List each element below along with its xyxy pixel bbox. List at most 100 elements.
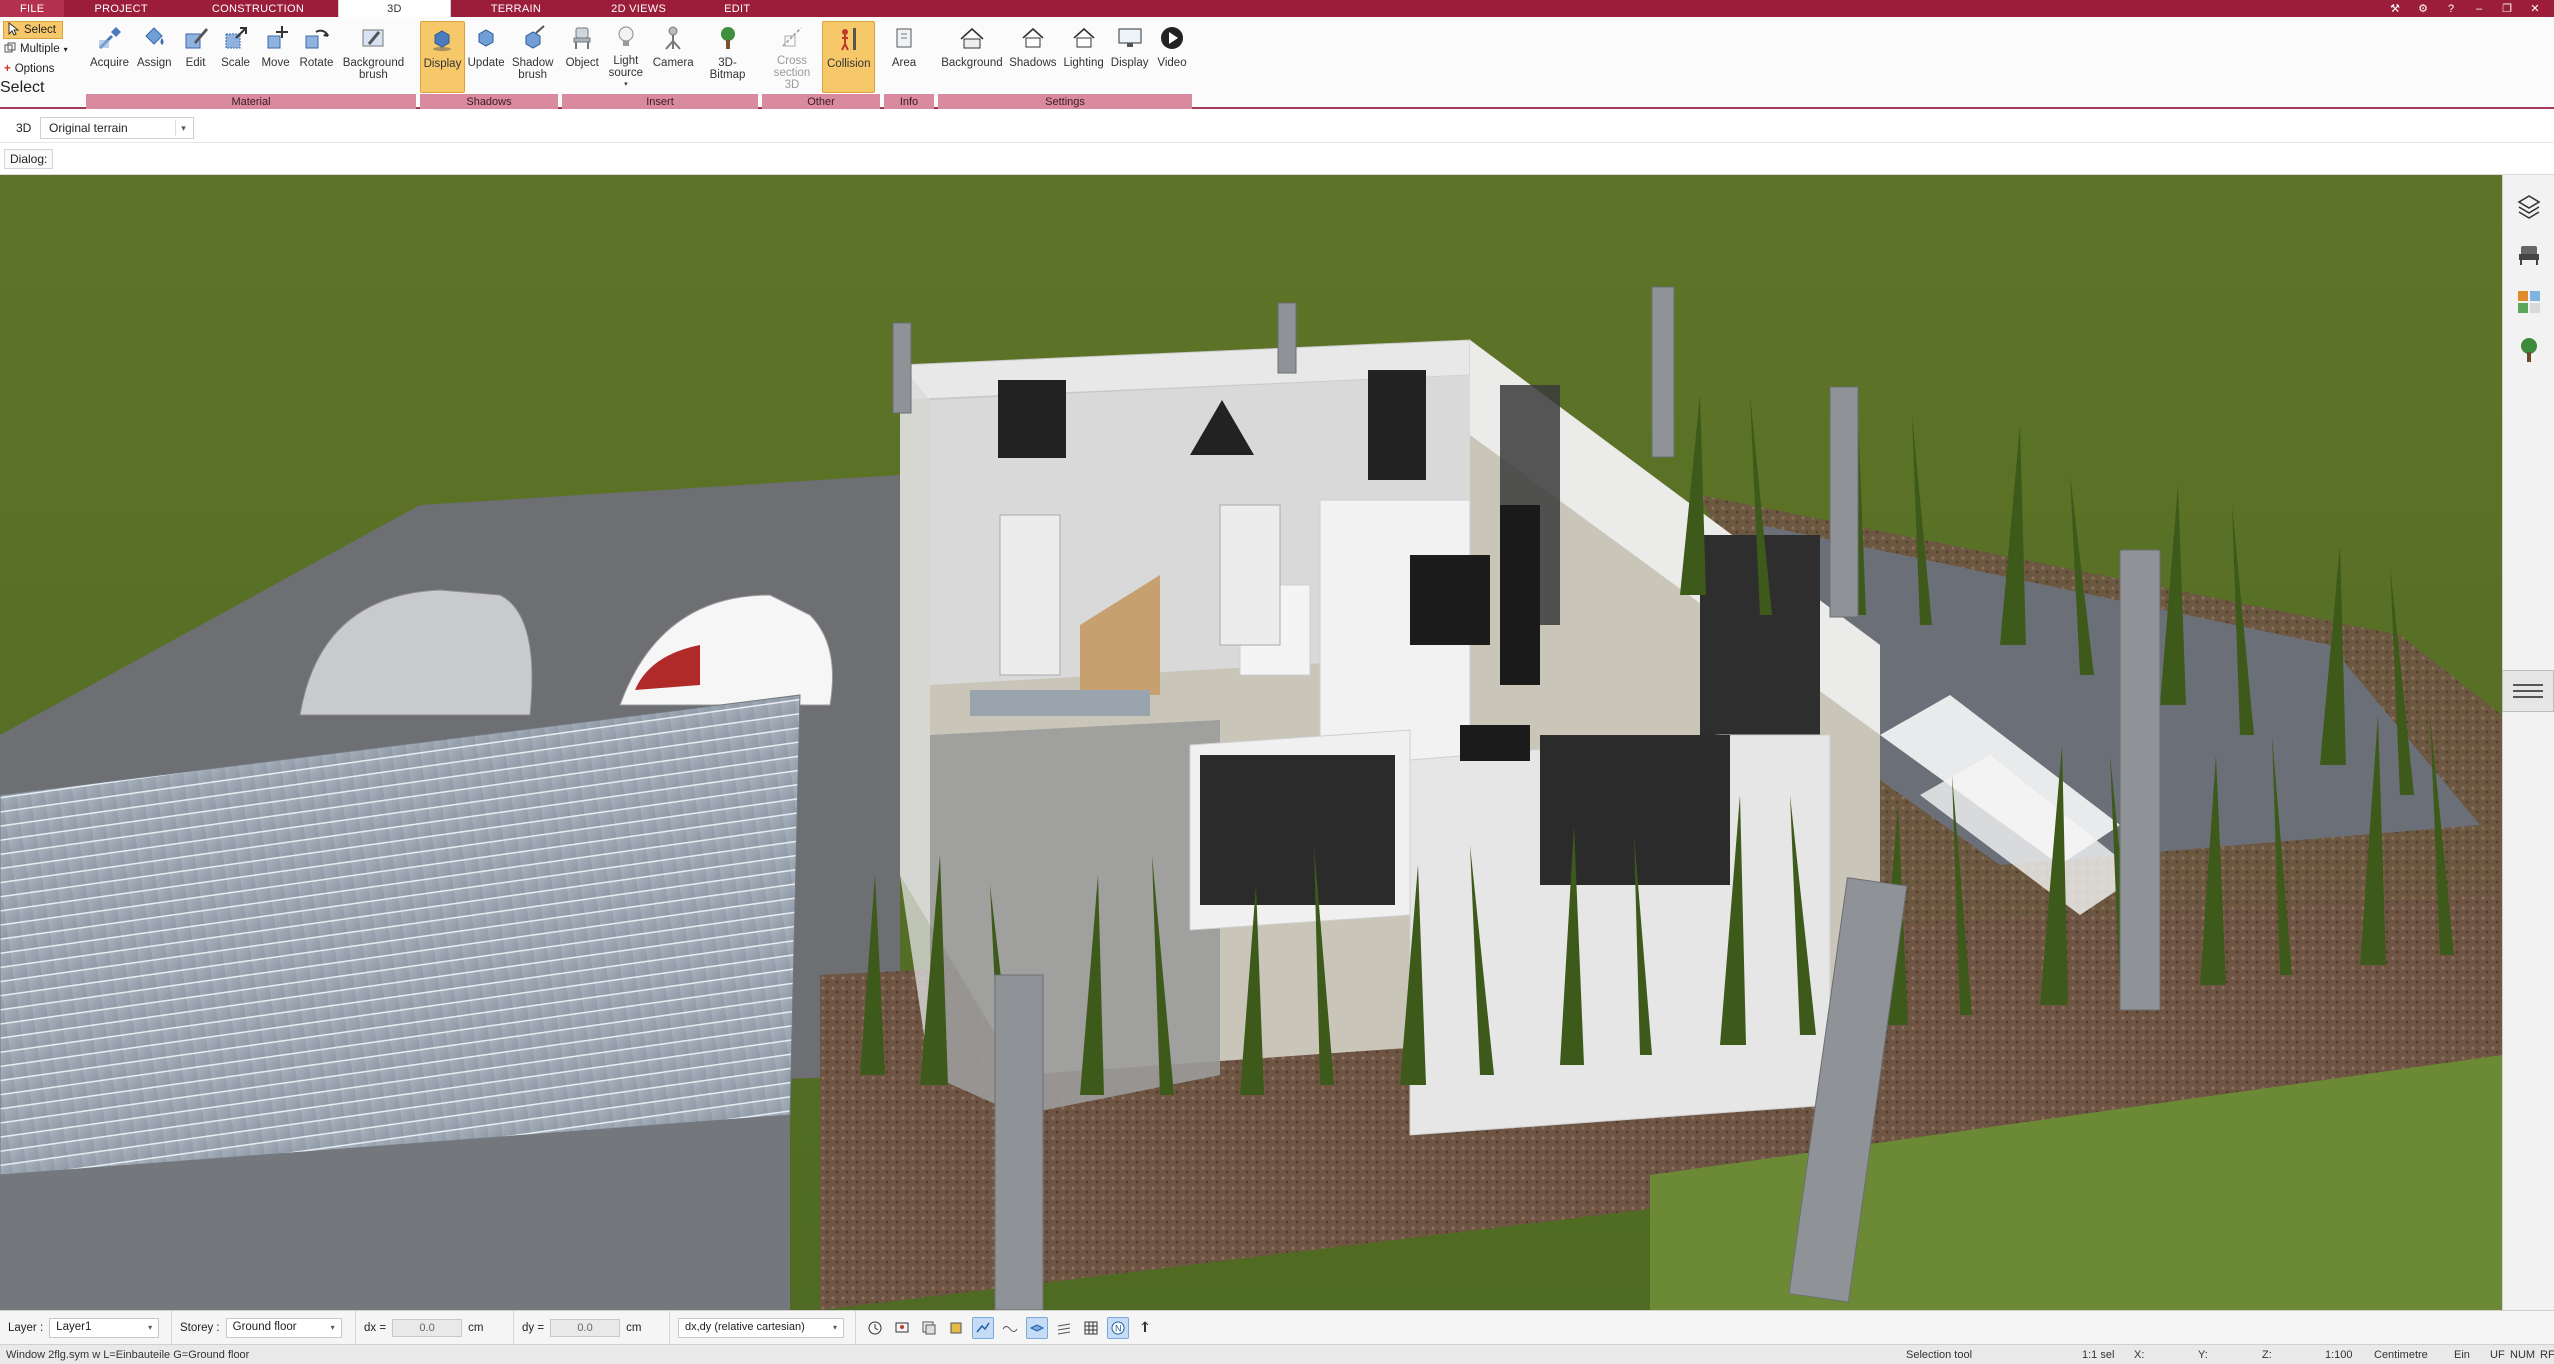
status-y: Y: [2198,1349,2208,1361]
clock-icon[interactable] [864,1317,886,1339]
rotate-button[interactable]: Rotate [296,21,338,93]
layers-icon[interactable] [2512,189,2546,223]
terrain-select[interactable]: Original terrain ▾ [40,117,194,139]
storey-control: Storey : Ground floor ▾ [172,1310,356,1345]
layer-stack-icon[interactable] [1026,1316,1048,1339]
grid-icon[interactable] [1080,1317,1102,1339]
chevron-down-icon: ▾ [148,1323,153,1332]
dy-label: dy = [522,1321,545,1334]
3d-bitmap-button[interactable]: 3D-Bitmap [697,21,758,93]
dy-unit: cm [626,1321,642,1334]
shadows-group: Display Update Shadow brush Shadows [420,17,558,109]
3d-bitmap-label: 3D-Bitmap [709,57,746,81]
house-shadow-icon [1018,23,1048,53]
background-label: Background [941,57,1003,69]
status-scale: 1:100 [2325,1349,2353,1361]
lighting-label: Lighting [1063,57,1104,69]
3d-viewport[interactable] [0,175,2502,1310]
multiple-icon [4,42,16,57]
tab-project[interactable]: PROJECT [64,0,177,17]
dy-input[interactable]: 0.0 [550,1318,621,1337]
background-button[interactable]: Background [938,21,1006,93]
settings-icon[interactable]: ⚙ [2412,1,2434,16]
insert-group: Object Light source ▾ Camera 3D-Bitmap I… [562,17,758,109]
multiple-button[interactable]: Multiple ▾ [0,39,84,59]
storey-select[interactable]: Ground floor ▾ [225,1317,342,1338]
move-button[interactable]: Move [256,21,296,93]
options-button[interactable]: + Options [0,59,84,79]
restore-icon[interactable]: ❐ [2496,1,2518,16]
status-selection: 1:1 sel [2082,1349,2115,1361]
cross-section-3d-button[interactable]: Cross section 3D [762,21,822,93]
settings-shadows-button[interactable]: Shadows [1006,21,1060,93]
settings-display-button[interactable]: Display [1107,21,1152,93]
snap-lines-icon[interactable] [972,1316,994,1339]
light-source-button[interactable]: Light source ▾ [602,21,649,93]
chevron-down-icon: ▾ [175,120,191,136]
group-label-material: Material [86,94,416,109]
tab-construction[interactable]: CONSTRUCTION [178,0,338,17]
tab-edit[interactable]: EDIT [696,0,778,17]
dx-label: dx = [364,1321,387,1334]
camera-button[interactable]: Camera [649,21,697,93]
coord-mode-select[interactable]: dx,dy (relative cartesian) ▾ [678,1317,844,1338]
edit-button[interactable]: Edit [176,21,216,93]
shadows-display-button[interactable]: Display [420,21,465,93]
tab-terrain[interactable]: TERRAIN [451,0,581,17]
tab-3d[interactable]: 3D [338,0,451,17]
lightbulb-icon [611,23,641,51]
hatch-icon[interactable] [1053,1317,1075,1339]
layers-visibility-icon[interactable] [918,1317,940,1339]
object-button[interactable]: Object [562,21,602,93]
collision-button[interactable]: Collision [822,21,876,93]
lighting-button[interactable]: Lighting [1060,21,1107,93]
move-icon [261,23,291,53]
view-mode-label: 3D [16,121,32,135]
area-button[interactable]: Area [884,21,924,93]
shadows-update-button[interactable]: Update [465,21,507,93]
camera-label: Camera [652,57,694,69]
materials-palette-icon[interactable] [2512,285,2546,319]
move-label: Move [261,57,290,69]
north-arrow-icon[interactable]: N [1107,1316,1129,1339]
status-x: X: [2134,1349,2145,1361]
help-icon[interactable]: ? [2440,1,2462,16]
wave-icon[interactable] [999,1317,1021,1339]
screen-snap-icon[interactable] [891,1317,913,1339]
chevron-down-icon: ▾ [832,1323,837,1332]
bathtub [970,690,1150,716]
front-window-left [1200,755,1395,905]
dialog-label: Dialog: [4,149,54,169]
video-button[interactable]: Video [1152,21,1192,93]
layer-select[interactable]: Layer1 ▾ [49,1317,160,1338]
storey-value: Ground floor [232,1320,297,1333]
house-left-lower-wall [930,720,1220,1115]
chevron-down-icon: ▾ [624,81,628,88]
select-button[interactable]: Select [3,21,63,39]
side-panel-handle[interactable] [2502,670,2554,712]
area-icon [889,23,919,53]
close-icon[interactable]: ✕ [2524,1,2546,16]
acquire-button[interactable]: Acquire [86,21,133,93]
layer-value: Layer1 [56,1320,92,1333]
armchair-icon[interactable] [2512,237,2546,271]
background-brush-button[interactable]: Background brush [337,21,409,93]
assign-button[interactable]: Assign [133,21,176,93]
shadow-brush-button[interactable]: Shadow brush [507,21,558,93]
object-label: Object [565,57,599,69]
chair-icon [567,23,597,53]
tab-file[interactable]: FILE [0,0,65,17]
tab-2d-views[interactable]: 2D VIEWS [581,0,696,17]
scale-button[interactable]: Scale [216,21,256,93]
tools-icon[interactable]: ⚒ [2384,1,2406,16]
plants-tree-icon[interactable] [2512,333,2546,367]
minimize-icon[interactable]: – [2468,1,2490,16]
status-z: Z: [2262,1349,2272,1361]
info-cursor-icon[interactable] [1134,1317,1156,1339]
plus-icon: + [4,63,11,75]
play-icon [1157,23,1187,53]
dx-input[interactable]: 0.0 [392,1318,463,1337]
house-light-icon [1069,23,1099,53]
object-lock-icon[interactable] [945,1317,967,1339]
coord-mode-value: dx,dy (relative cartesian) [685,1320,805,1333]
